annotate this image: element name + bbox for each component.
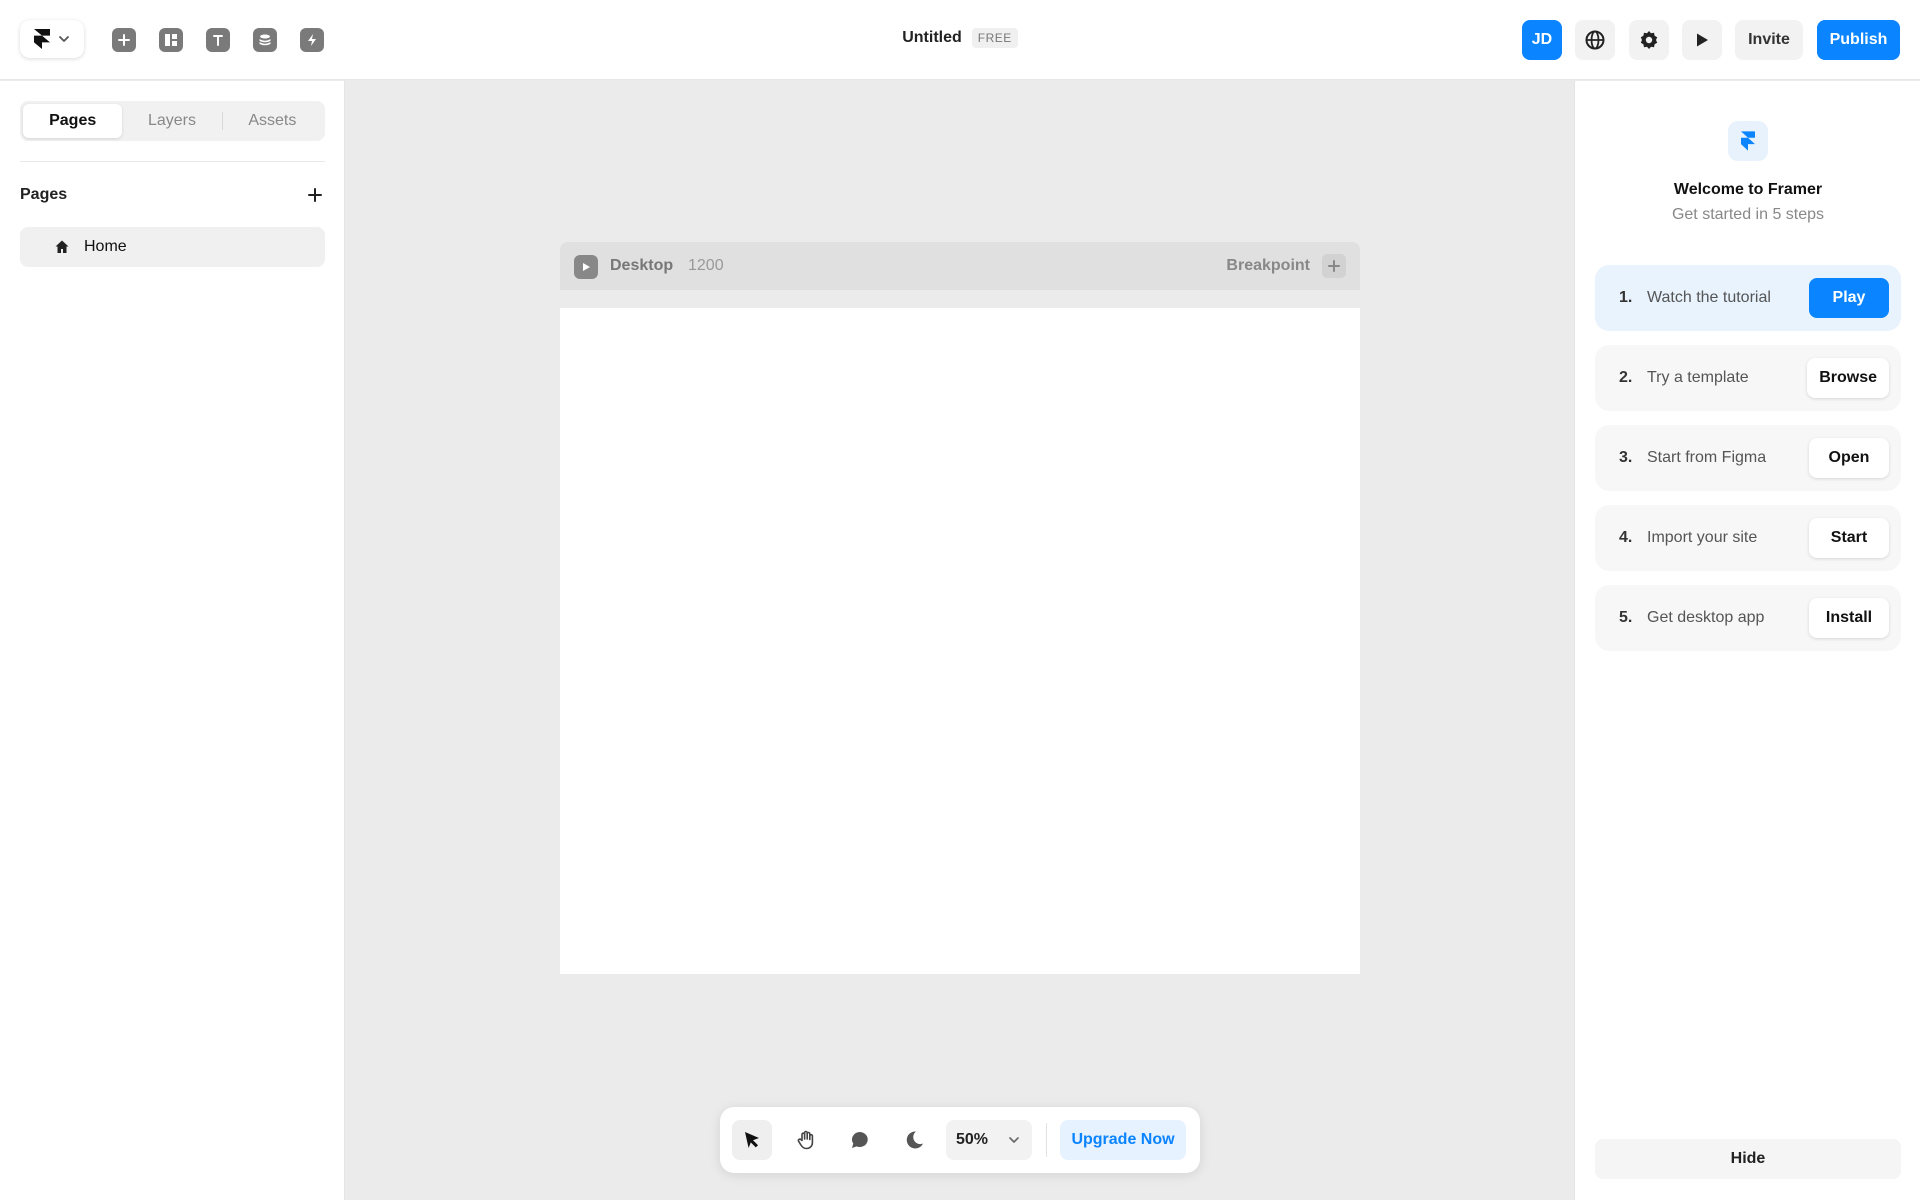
- layout-icon[interactable]: [159, 28, 183, 52]
- framer-menu-button[interactable]: [20, 20, 84, 58]
- step-desktop-app[interactable]: 5. Get desktop app Install: [1595, 585, 1901, 651]
- tab-pages[interactable]: Pages: [23, 104, 123, 138]
- select-icon: [745, 1132, 759, 1148]
- desktop-frame[interactable]: [560, 308, 1360, 974]
- text-icon[interactable]: [206, 28, 230, 52]
- chevron-down-icon: [59, 36, 69, 42]
- top-bar: Untitled FREE JD Invite Publish: [0, 0, 1920, 80]
- plus-icon: [308, 188, 322, 202]
- tab-layers[interactable]: Layers: [122, 104, 221, 138]
- page-item-home[interactable]: Home: [20, 227, 325, 267]
- step-label: Get desktop app: [1647, 609, 1765, 626]
- step-number: 4.: [1619, 529, 1633, 546]
- frame-preview-button[interactable]: [574, 255, 598, 279]
- site-settings-button[interactable]: [1575, 20, 1615, 60]
- hand-tool-button[interactable]: [786, 1120, 826, 1160]
- step-label: Start from Figma: [1647, 449, 1767, 466]
- left-panel: Pages Layers Assets Pages Home: [0, 81, 345, 1200]
- open-figma-button[interactable]: Open: [1809, 438, 1889, 478]
- dark-mode-button[interactable]: [894, 1120, 934, 1160]
- start-import-button[interactable]: Start: [1809, 518, 1889, 558]
- step-try-template[interactable]: 2. Try a template Browse: [1595, 345, 1901, 411]
- step-number: 5.: [1619, 609, 1633, 626]
- tab-assets[interactable]: Assets: [223, 104, 322, 138]
- play-tutorial-button[interactable]: Play: [1809, 278, 1889, 318]
- install-app-button[interactable]: Install: [1809, 598, 1889, 638]
- step-import-site[interactable]: 4. Import your site Start: [1595, 505, 1901, 571]
- insert-icon[interactable]: [112, 28, 136, 52]
- chevron-down-icon: [1009, 1137, 1019, 1143]
- frame-width: 1200: [688, 257, 724, 274]
- step-number: 3.: [1619, 449, 1633, 466]
- step-start-from-figma[interactable]: 3. Start from Figma Open: [1595, 425, 1901, 491]
- welcome-title: Welcome to Framer: [1673, 181, 1823, 198]
- document-title[interactable]: Untitled: [902, 29, 962, 47]
- settings-button[interactable]: [1629, 20, 1669, 60]
- comment-icon: [851, 1132, 868, 1148]
- right-panel: Welcome to Framer Get started in 5 steps…: [1574, 81, 1920, 1200]
- page-item-label: Home: [84, 238, 127, 255]
- hide-button[interactable]: Hide: [1595, 1139, 1901, 1179]
- toolbar-separator: [1046, 1123, 1047, 1157]
- pages-section-header: Pages: [20, 185, 325, 205]
- frame-name: Desktop: [610, 257, 674, 274]
- step-label: Watch the tutorial: [1647, 289, 1771, 306]
- cms-icon[interactable]: [253, 28, 277, 52]
- framer-logo-icon: [1741, 131, 1755, 151]
- dark-mode-icon: [906, 1131, 923, 1149]
- invite-button[interactable]: Invite: [1735, 20, 1803, 60]
- interactions-icon[interactable]: [300, 28, 324, 52]
- user-avatar[interactable]: JD: [1522, 20, 1562, 60]
- bottom-toolbar: 50% Upgrade Now: [720, 1107, 1200, 1173]
- welcome-logo: [1728, 121, 1768, 161]
- globe-icon: [1585, 30, 1605, 50]
- play-icon: [583, 263, 590, 271]
- home-icon: [55, 240, 69, 253]
- add-page-button[interactable]: [305, 185, 325, 205]
- framer-logo-icon: [34, 29, 50, 49]
- zoom-select[interactable]: 50%: [946, 1120, 1032, 1160]
- gear-icon: [1640, 31, 1658, 49]
- publish-button[interactable]: Publish: [1817, 20, 1900, 60]
- breakpoint-label: Breakpoint: [1226, 257, 1310, 274]
- step-watch-tutorial[interactable]: 1. Watch the tutorial Play: [1595, 265, 1901, 331]
- plus-icon: [1328, 260, 1340, 272]
- browse-templates-button[interactable]: Browse: [1807, 358, 1889, 398]
- welcome-subtitle: Get started in 5 steps: [1671, 206, 1825, 223]
- hand-icon: [797, 1130, 814, 1150]
- comment-tool-button[interactable]: [840, 1120, 880, 1160]
- preview-button[interactable]: [1682, 20, 1722, 60]
- select-tool-button[interactable]: [732, 1120, 772, 1160]
- zoom-value: 50%: [956, 1131, 989, 1148]
- add-breakpoint-button[interactable]: [1322, 254, 1346, 278]
- panel-tabs: Pages Layers Assets: [20, 101, 325, 141]
- step-label: Try a template: [1647, 369, 1749, 386]
- step-number: 2.: [1619, 369, 1633, 386]
- step-label: Import your site: [1647, 529, 1758, 546]
- plan-badge: FREE: [971, 28, 1018, 48]
- onboarding-steps: 1. Watch the tutorial Play 2. Try a temp…: [1595, 265, 1901, 665]
- divider: [20, 161, 325, 162]
- frame-header[interactable]: Desktop 1200 Breakpoint: [560, 242, 1360, 290]
- pages-section-title: Pages: [20, 186, 68, 203]
- play-icon: [1697, 33, 1708, 47]
- upgrade-button[interactable]: Upgrade Now: [1060, 1120, 1186, 1160]
- step-number: 1.: [1619, 289, 1633, 306]
